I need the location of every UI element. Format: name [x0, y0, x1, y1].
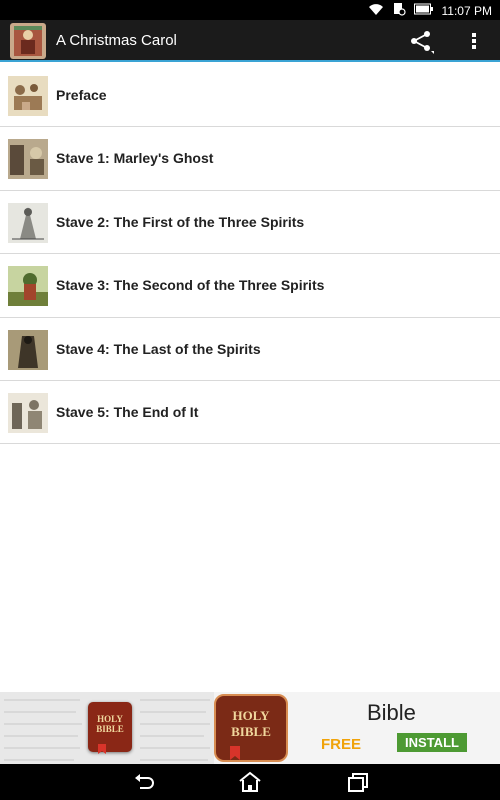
- chapter-item-stave-4[interactable]: Stave 4: The Last of the Spirits: [0, 317, 500, 381]
- chapter-item-stave-5[interactable]: Stave 5: The End of It: [0, 380, 500, 445]
- stave-5-illustration-thumbnail: [8, 392, 48, 433]
- recent-apps-icon[interactable]: [346, 770, 370, 794]
- app-icon[interactable]: [10, 23, 46, 59]
- stave-2-illustration-thumbnail: [8, 202, 48, 243]
- chapter-label: Preface: [56, 87, 107, 103]
- notification-icon: [392, 2, 406, 19]
- overflow-menu-icon[interactable]: [464, 28, 484, 54]
- chapter-item-stave-1[interactable]: Stave 1: Marley's Ghost: [0, 127, 500, 191]
- app-title: A Christmas Carol: [56, 32, 177, 49]
- stave-3-illustration-thumbnail: [8, 266, 48, 307]
- battery-icon: [413, 3, 434, 18]
- stave-4-illustration-thumbnail: [8, 329, 48, 370]
- navigation-bar: [0, 764, 500, 800]
- ad-title: Bible: [367, 700, 416, 725]
- status-icons: 11:07 PM: [368, 2, 492, 19]
- action-bar: A Christmas Carol: [0, 20, 500, 62]
- preface-illustration-thumbnail: [8, 76, 48, 116]
- status-time: 11:07 PM: [441, 3, 492, 18]
- small-book-line1: HOLY: [97, 714, 123, 724]
- holy-bible-app-icon[interactable]: HOLY BIBLE: [214, 694, 288, 762]
- chapter-item-stave-2[interactable]: Stave 2: The First of the Three Spirits: [0, 190, 500, 255]
- app-icon-line1: HOLY: [232, 708, 270, 723]
- chapter-label: Stave 1: Marley's Ghost: [56, 150, 214, 167]
- ad-price: FREE: [321, 736, 362, 753]
- chapter-list: Preface Stave 1: Marley's Ghost Stave 2:…: [0, 64, 500, 445]
- install-button[interactable]: INSTALL: [397, 733, 467, 752]
- small-book-line2: BIBLE: [96, 724, 124, 734]
- chapter-label: Stave 3: The Second of the Three Spirits: [56, 277, 325, 294]
- share-icon[interactable]: [408, 28, 434, 54]
- chapter-label: Stave 4: The Last of the Spirits: [56, 340, 261, 357]
- status-bar: 11:07 PM: [0, 0, 500, 20]
- back-icon[interactable]: [132, 770, 156, 794]
- wifi-icon: [368, 2, 384, 19]
- holy-bible-small-book-icon: HOLY BIBLE: [88, 702, 132, 754]
- chapter-item-preface[interactable]: Preface: [0, 64, 500, 128]
- home-icon[interactable]: [238, 770, 262, 794]
- screen: 11:07 PM A Christmas Carol Preface Stave…: [0, 0, 500, 800]
- ad-banner[interactable]: HOLY BIBLE HOLY BIBLE Bible FREE INSTALL: [0, 692, 500, 764]
- chapter-item-stave-3[interactable]: Stave 3: The Second of the Three Spirits: [0, 254, 500, 318]
- app-icon-line2: BIBLE: [231, 724, 271, 739]
- chapter-label: Stave 2: The First of the Three Spirits: [56, 213, 305, 230]
- stave-1-illustration-thumbnail: [8, 139, 48, 180]
- chapter-label: Stave 5: The End of It: [56, 403, 199, 420]
